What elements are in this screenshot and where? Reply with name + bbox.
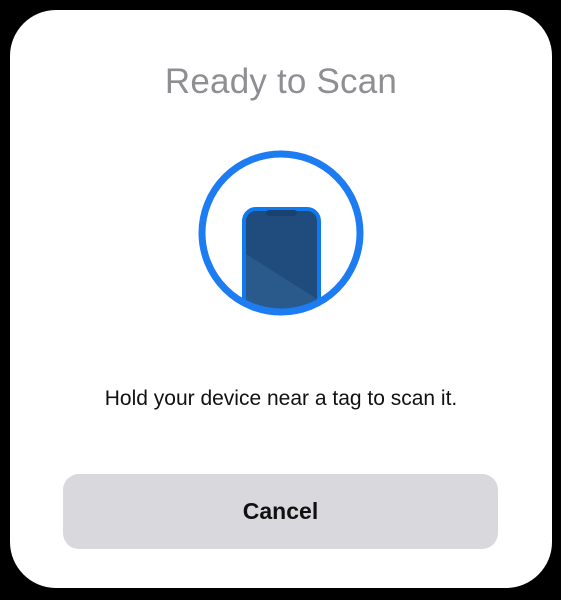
scan-instruction: Hold your device near a tag to scan it. bbox=[104, 387, 458, 410]
cancel-button[interactable]: Cancel bbox=[63, 474, 498, 549]
scan-sheet: Ready to Scan Hold your device near a ta… bbox=[10, 10, 552, 588]
phone-scan-icon bbox=[198, 150, 364, 316]
phone-icon bbox=[242, 207, 321, 310]
sheet-title: Ready to Scan bbox=[164, 62, 398, 101]
